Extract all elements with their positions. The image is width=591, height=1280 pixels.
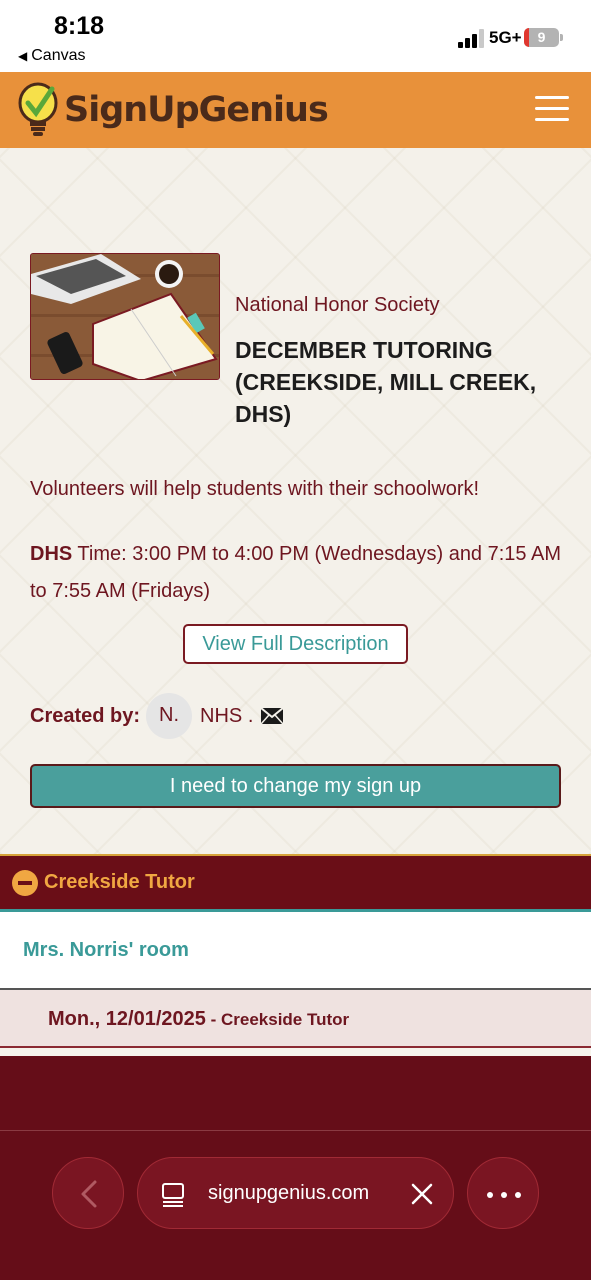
slot-location: Mrs. Norris' room (0, 912, 591, 988)
network-type: 5G+ (489, 28, 522, 47)
section-header[interactable]: Creekside Tutor (0, 854, 591, 912)
event-title: DECEMBER TUTORING (CREEKSIDE, MILL CREEK… (235, 337, 537, 427)
created-by-label: Created by: (30, 704, 141, 727)
lightbulb-icon (18, 82, 58, 136)
event-time-info: DHS Time: 3:00 PM to 4:00 PM (Wednesdays… (30, 536, 570, 610)
signupgenius-logo[interactable]: SignUpGenius (16, 80, 329, 140)
event-image (30, 253, 220, 380)
creator-name: NHS . (200, 704, 254, 727)
back-triangle-icon: ◀ (18, 49, 28, 63)
signal-icon (458, 28, 486, 48)
battery-tip (560, 34, 563, 41)
status-bar: 8:18 ◀ Canvas 5G+ 9 (0, 0, 591, 72)
tab-icon (162, 1183, 184, 1207)
view-full-description-button[interactable]: View Full Description (183, 624, 408, 664)
battery-icon: 9 (524, 28, 559, 47)
section-title: Creekside Tutor (44, 871, 195, 893)
status-time: 8:18 (54, 12, 105, 40)
site-header: SignUpGenius (0, 72, 591, 148)
collapse-minus-icon[interactable] (12, 869, 38, 896)
avatar: N. (146, 693, 193, 739)
mail-icon[interactable] (261, 708, 284, 724)
time-location-label: DHS (30, 543, 73, 565)
more-options-button[interactable] (467, 1157, 539, 1229)
event-description: Volunteers will help students with their… (30, 478, 480, 500)
logo-text: SignUpGenius (64, 90, 329, 130)
browser-back-button[interactable] (52, 1157, 124, 1229)
organization-name: National Honor Society (235, 294, 440, 316)
url-text: signupgenius.com (208, 1182, 370, 1204)
back-app-label: Canvas (31, 47, 86, 64)
divider (0, 1130, 591, 1131)
event-details: National Honor Society DECEMBER TUTORING… (0, 148, 591, 854)
back-to-app-link[interactable]: ◀ Canvas (18, 47, 85, 65)
slot-date: Mon., 12/01/2025 (48, 1008, 206, 1030)
url-bar[interactable]: signupgenius.com (137, 1157, 454, 1229)
hamburger-icon[interactable] (535, 96, 569, 122)
created-by: Created by: N. NHS . (30, 693, 284, 739)
time-text: Time: 3:00 PM to 4:00 PM (Wednesdays) an… (30, 543, 561, 602)
date-row: Mon., 12/01/2025 - Creekside Tutor (0, 988, 591, 1048)
slot-date-suffix: - Creekside Tutor (205, 1010, 350, 1029)
battery-level: 9 (537, 29, 546, 45)
close-icon[interactable] (410, 1182, 434, 1206)
change-signup-button[interactable]: I need to change my sign up (30, 764, 561, 808)
chevron-left-icon (81, 1180, 97, 1208)
